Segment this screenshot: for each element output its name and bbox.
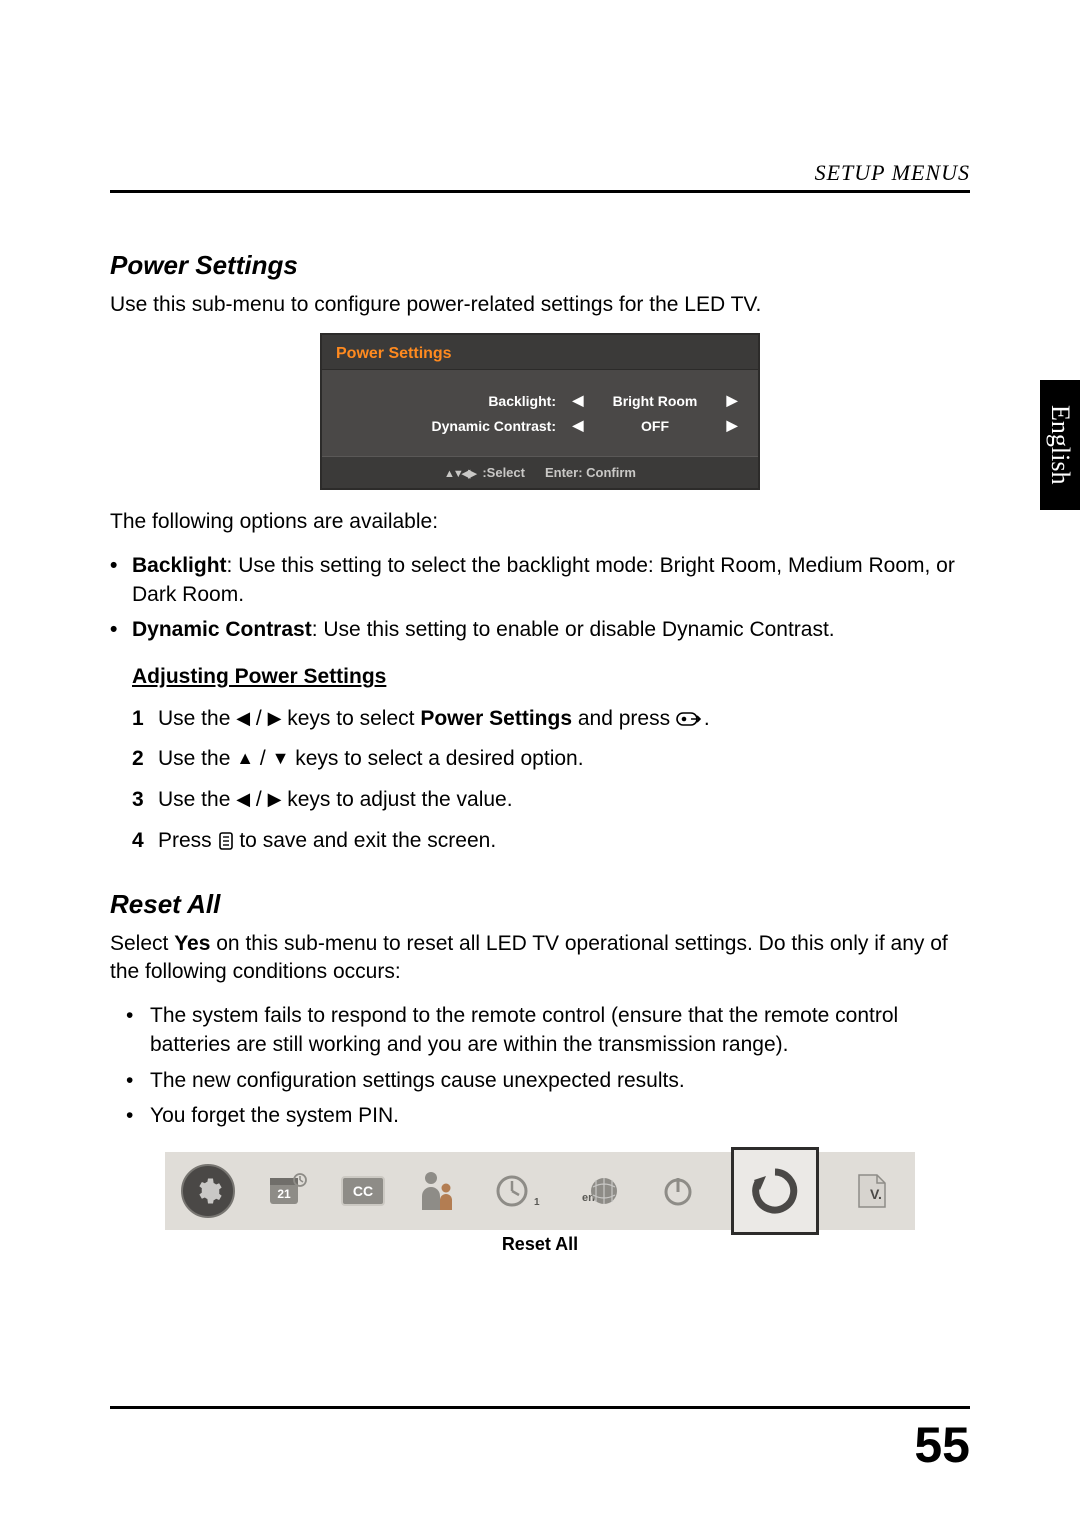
menu-strip-tiles: 21 CC (165, 1152, 915, 1230)
option-backlight: Backlight: Use this setting to select th… (132, 551, 970, 616)
globe-icon: en (576, 1171, 620, 1211)
menu-strip: 21 CC (110, 1152, 970, 1255)
page-icon: V. (855, 1171, 889, 1211)
step-1: 1 Use the ◀ / ▶ keys to select Power Set… (132, 703, 970, 744)
osd-wrap: Power Settings Backlight: ◀ Bright Room … (110, 333, 970, 490)
left-arrow-icon[interactable]: ◀ (570, 392, 586, 409)
right-arrow-icon: ▶ (268, 786, 282, 814)
reset-caption: Reset All (165, 1234, 915, 1255)
left-arrow-icon: ◀ (236, 705, 250, 733)
osd-title: Power Settings (322, 335, 758, 370)
osd-backlight-label: Backlight: (386, 393, 556, 409)
right-arrow-icon[interactable]: ▶ (724, 392, 740, 409)
osd-dyncontrast-value: OFF (600, 418, 710, 434)
step-2: 2 Use the ▲ / ▼ keys to select a desired… (132, 743, 970, 784)
reset-all-heading: Reset All (110, 889, 970, 920)
parental-tile[interactable] (411, 1164, 465, 1218)
step-4: 4 Press to save and exit the screen. (132, 825, 970, 866)
right-arrow-icon[interactable]: ▶ (724, 417, 740, 434)
parental-icon (418, 1170, 458, 1212)
power-settings-intro: Use this sub-menu to configure power-rel… (110, 291, 970, 319)
reset-cond-1: The system fails to respond to the remot… (150, 1001, 970, 1066)
reset-cond-2: The new configuration settings cause une… (150, 1066, 970, 1101)
divider-top (110, 190, 970, 193)
power-tile[interactable] (651, 1164, 705, 1218)
language-tile[interactable]: en (571, 1164, 625, 1218)
nav-arrows-icon: ▲▼◀▶ (444, 468, 475, 480)
clock-icon: 10s (496, 1171, 540, 1211)
svg-text:21: 21 (277, 1187, 291, 1201)
left-arrow-icon: ◀ (236, 786, 250, 814)
reset-icon (746, 1162, 804, 1220)
osd-footer-select: ▲▼◀▶ :Select (444, 465, 525, 480)
power-settings-heading: Power Settings (110, 250, 970, 281)
osd-footer-confirm: Enter: Confirm (545, 465, 636, 480)
adjusting-subheading: Adjusting Power Settings (132, 665, 970, 689)
up-arrow-icon: ▲ (236, 745, 254, 773)
reset-cond-3: You forget the system PIN. (150, 1101, 970, 1136)
power-icon (661, 1174, 695, 1208)
osd-panel: Power Settings Backlight: ◀ Bright Room … (320, 333, 760, 490)
divider-bottom (110, 1406, 970, 1409)
section-header: SETUP MENUS (815, 160, 970, 186)
cc-icon: CC (353, 1183, 373, 1199)
osd-row-dyncontrast[interactable]: Dynamic Contrast: ◀ OFF ▶ (340, 413, 740, 438)
svg-text:V.: V. (870, 1186, 882, 1202)
reset-tile[interactable] (731, 1147, 819, 1235)
svg-text:10s: 10s (534, 1197, 540, 1208)
language-tab-label: English (1045, 405, 1075, 484)
menu-icon (218, 829, 234, 852)
version-tile[interactable]: V. (845, 1164, 899, 1218)
language-tab: English (1040, 380, 1080, 510)
right-arrow-icon: ▶ (268, 705, 282, 733)
reset-all-intro: Select Yes on this sub-menu to reset all… (110, 930, 970, 987)
calendar-icon: 21 (268, 1172, 308, 1210)
sleep-timer-tile[interactable]: 10s (491, 1164, 545, 1218)
osd-row-backlight[interactable]: Backlight: ◀ Bright Room ▶ (340, 388, 740, 413)
osd-dyncontrast-label: Dynamic Contrast: (386, 418, 556, 434)
left-arrow-icon[interactable]: ◀ (570, 417, 586, 434)
osd-body: Backlight: ◀ Bright Room ▶ Dynamic Contr… (322, 370, 758, 456)
reset-conditions-list: The system fails to respond to the remot… (110, 1001, 970, 1137)
down-arrow-icon: ▼ (272, 745, 290, 773)
option-dyncontrast: Dynamic Contrast: Use this setting to en… (132, 615, 970, 650)
page-content: Power Settings Use this sub-menu to conf… (110, 250, 970, 1255)
calendar-tile[interactable]: 21 (261, 1164, 315, 1218)
osd-backlight-value: Bright Room (600, 393, 710, 409)
options-intro: The following options are available: (110, 508, 970, 536)
gear-icon (193, 1176, 223, 1206)
step-3: 3 Use the ◀ / ▶ keys to adjust the value… (132, 784, 970, 825)
options-list: Backlight: Use this setting to select th… (110, 551, 970, 651)
settings-tile[interactable] (181, 1164, 235, 1218)
enter-icon (676, 707, 704, 730)
manual-page: SETUP MENUS English Power Settings Use t… (0, 0, 1080, 1529)
page-number: 55 (914, 1416, 970, 1474)
cc-tile[interactable]: CC (341, 1176, 385, 1206)
steps-list: 1 Use the ◀ / ▶ keys to select Power Set… (110, 703, 970, 865)
osd-footer: ▲▼◀▶ :Select Enter: Confirm (322, 456, 758, 488)
